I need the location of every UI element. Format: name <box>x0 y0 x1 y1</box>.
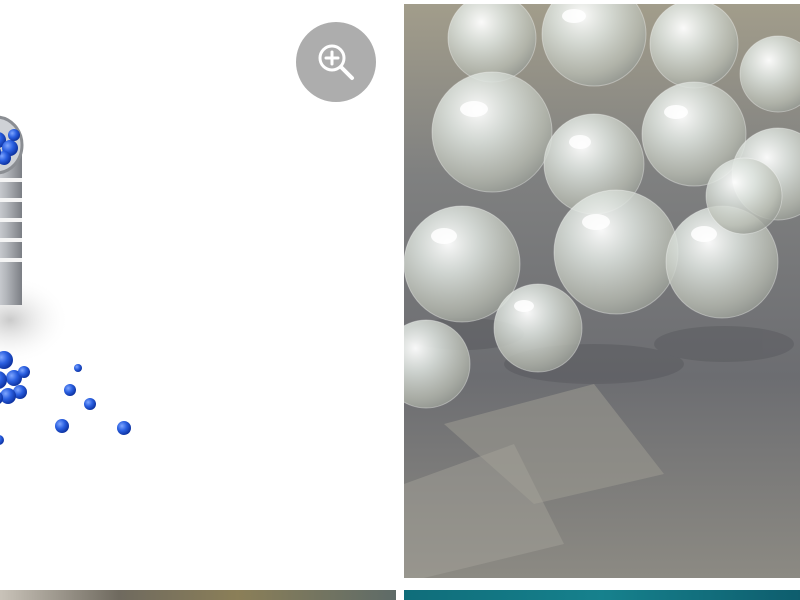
clear-beads-illustration <box>404 4 800 578</box>
gallery-image-clear-beads[interactable] <box>404 4 800 578</box>
gallery-image-blue-beads[interactable] <box>0 0 396 582</box>
zoom-in-icon <box>318 44 354 80</box>
gallery-image-partial-right[interactable] <box>404 590 800 600</box>
image-gallery <box>0 0 800 600</box>
zoom-button[interactable] <box>296 22 376 102</box>
gallery-image-partial-left[interactable] <box>0 590 396 600</box>
